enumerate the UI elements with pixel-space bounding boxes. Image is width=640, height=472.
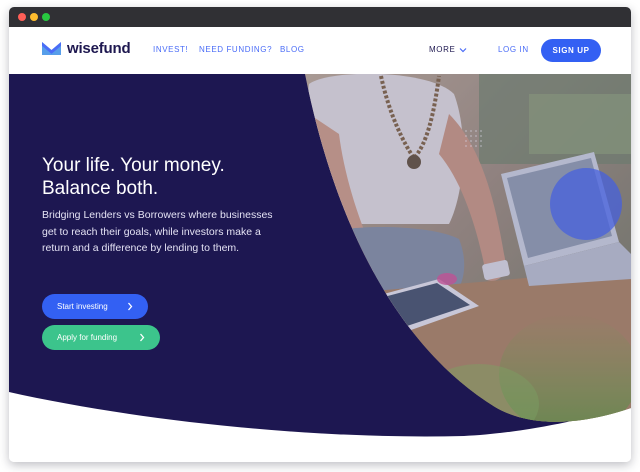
signup-button[interactable]: SIGN UP <box>541 39 601 62</box>
chevron-right-icon <box>140 333 145 342</box>
chevron-down-icon <box>459 47 467 52</box>
logo-text: wisefund <box>67 40 131 57</box>
logo[interactable]: wisefund <box>42 40 131 57</box>
apply-for-funding-button[interactable]: Apply for funding <box>42 325 160 350</box>
close-window-button[interactable] <box>18 13 26 21</box>
chevron-right-icon <box>128 302 133 311</box>
hero-description: Bridging Lenders vs Borrowers where busi… <box>42 209 273 254</box>
wisefund-logo-icon <box>42 42 61 55</box>
hero-section: Your life. Your money. Balance both. Bri… <box>9 74 631 462</box>
signup-button-label: SIGN UP <box>552 46 590 55</box>
site-navbar: wisefund INVEST! NEED FUNDING? BLOG MORE… <box>9 27 631 74</box>
hero-headline-line1: Your life. Your money. <box>42 155 225 176</box>
nav-more-dropdown[interactable]: MORE <box>429 45 467 54</box>
start-investing-button[interactable]: Start investing <box>42 294 148 319</box>
apply-for-funding-label: Apply for funding <box>57 333 118 342</box>
minimize-window-button[interactable] <box>30 13 38 21</box>
nav-more-label: MORE <box>429 45 456 54</box>
start-investing-label: Start investing <box>57 302 108 311</box>
maximize-window-button[interactable] <box>42 13 50 21</box>
nav-link-need-funding[interactable]: NEED FUNDING? <box>199 45 272 54</box>
hero-illustration <box>9 74 631 462</box>
browser-titlebar <box>9 7 631 27</box>
hero-headline: Your life. Your money. Balance both. <box>42 154 302 200</box>
nav-link-blog[interactable]: BLOG <box>280 45 305 54</box>
nav-link-invest[interactable]: INVEST! <box>153 45 188 54</box>
hero-headline-line2: Balance both. <box>42 178 159 199</box>
browser-window: wisefund INVEST! NEED FUNDING? BLOG MORE… <box>9 7 631 462</box>
login-link[interactable]: LOG IN <box>498 45 529 54</box>
